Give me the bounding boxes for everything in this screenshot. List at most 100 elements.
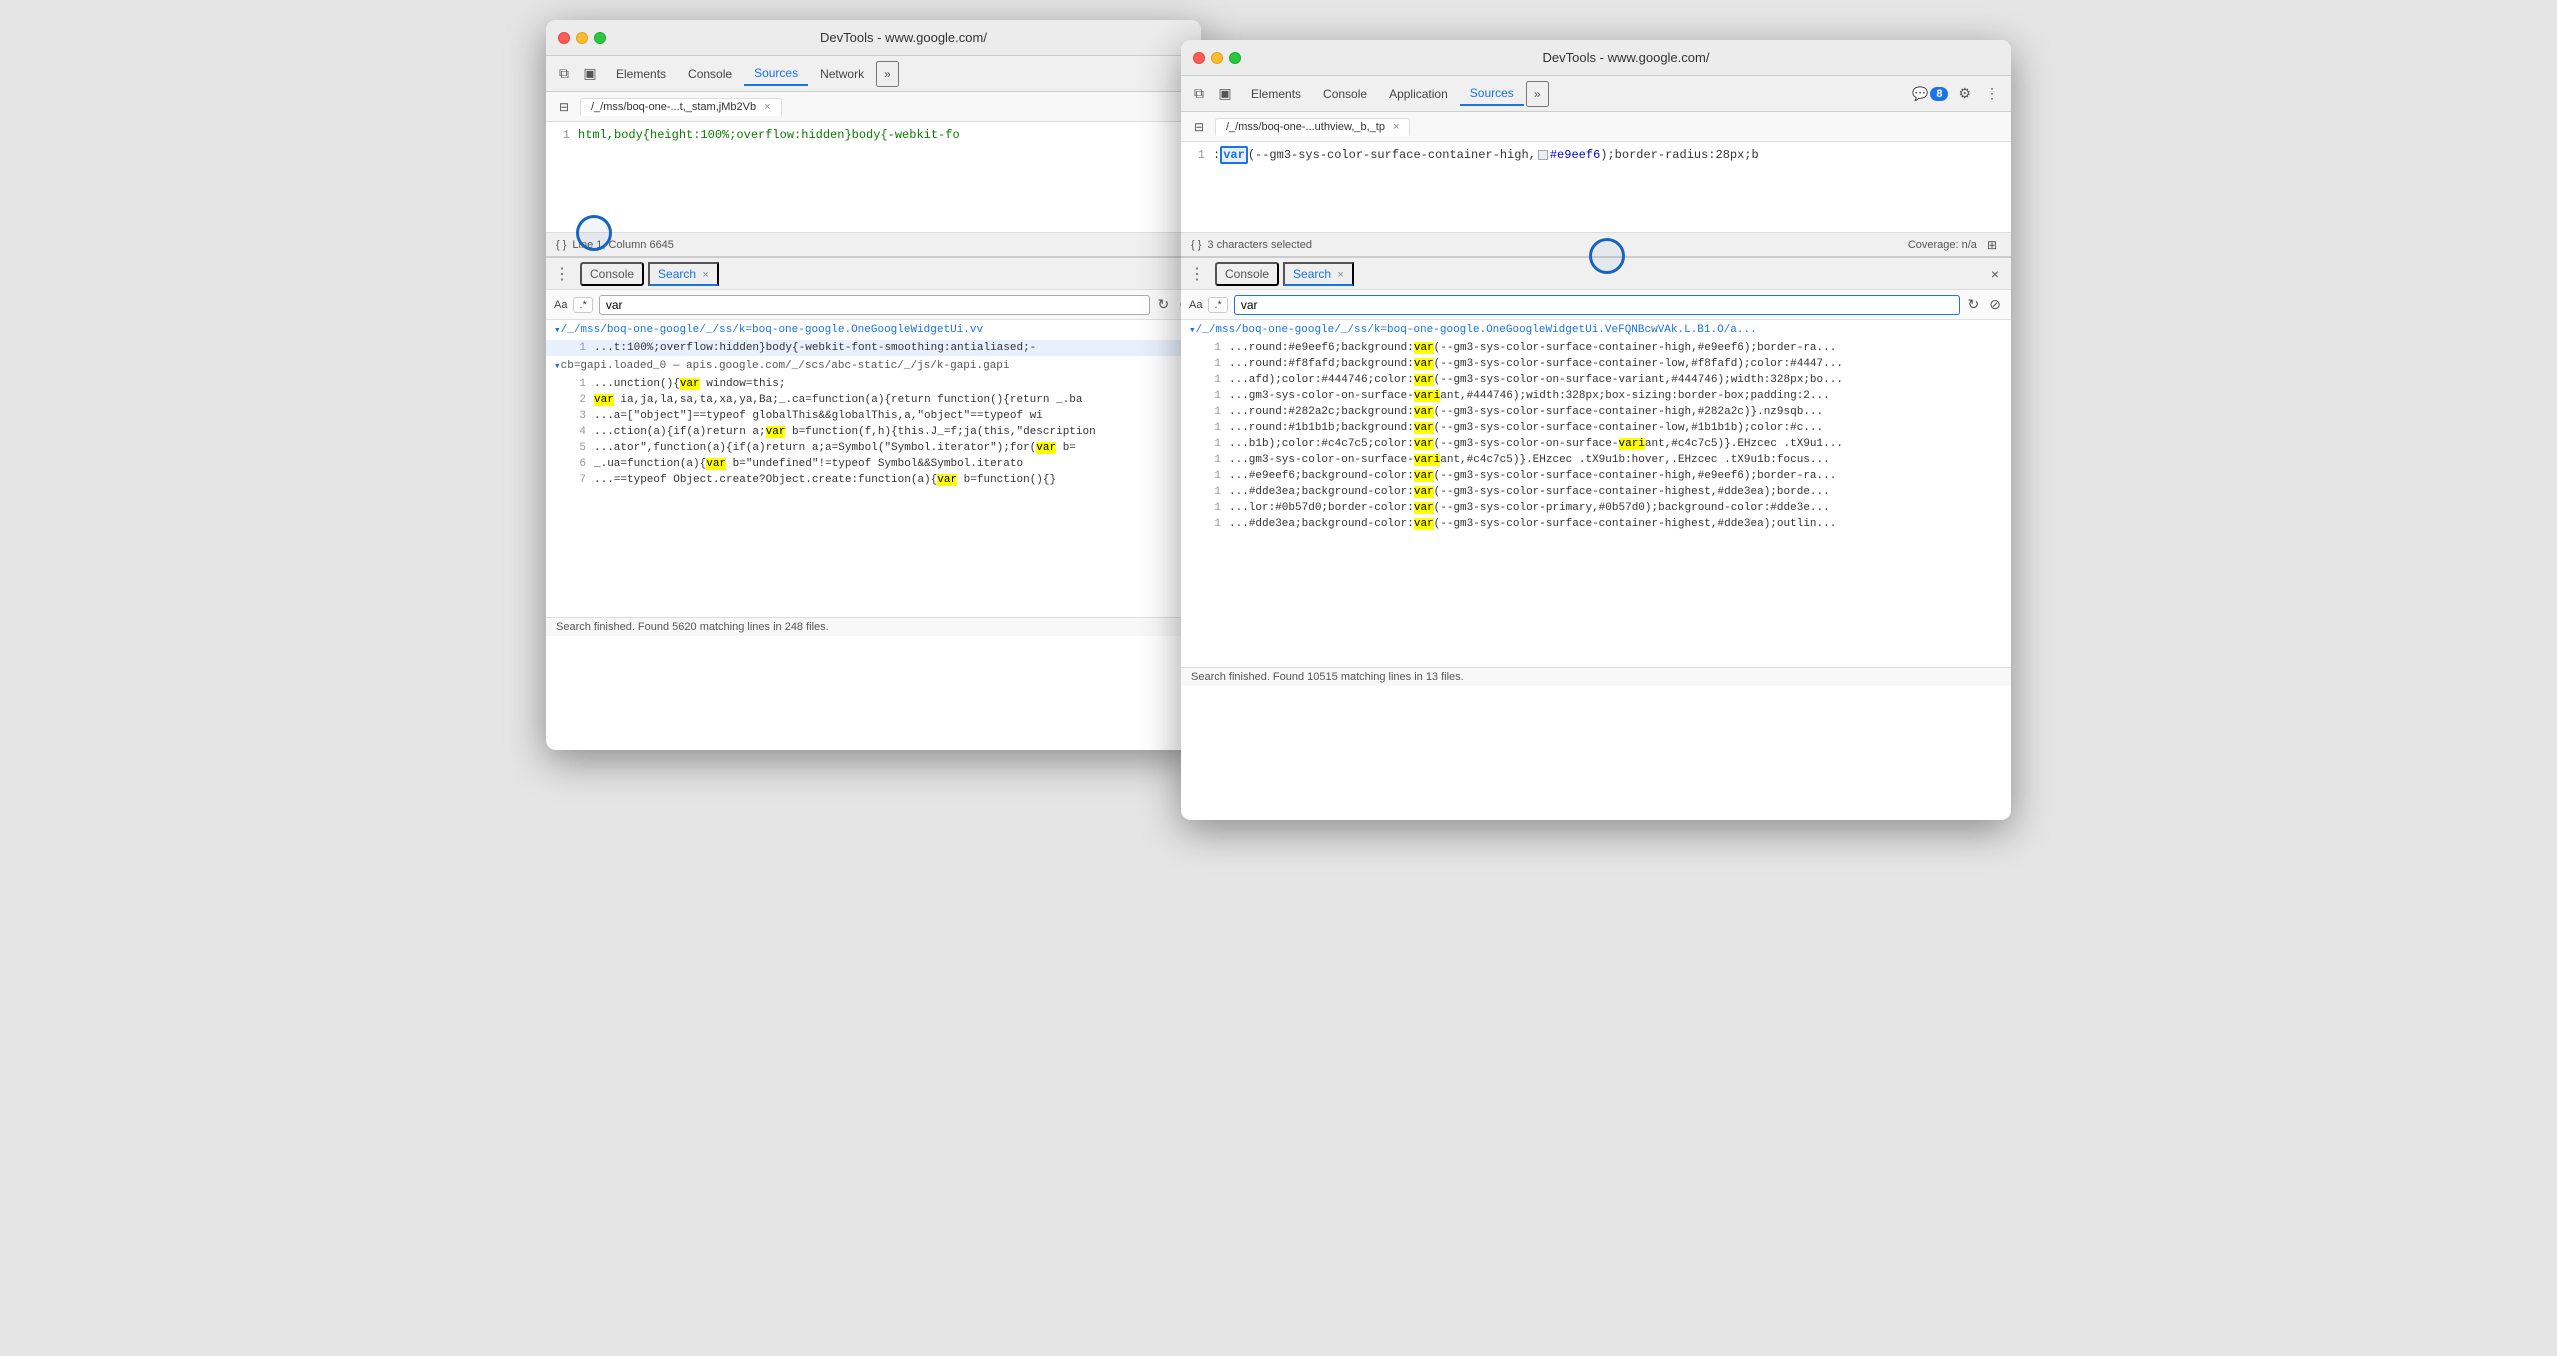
left-search-bar: Aa .* ↻ ⊘ <box>546 290 1201 320</box>
right-panel-close-btn[interactable]: × <box>1987 264 2003 284</box>
right-result-row-8[interactable]: 1 ...gm3-sys-color-on-surface-variant,#c… <box>1181 452 2011 468</box>
panel-icon: { } <box>556 239 566 251</box>
right-clear-search-btn[interactable]: ⊘ <box>1987 294 2003 315</box>
case-sensitive-label[interactable]: Aa <box>554 299 567 311</box>
result-file-1[interactable]: ▾ /_/mss/boq-one-google/_/ss/k=boq-one-g… <box>546 320 1201 340</box>
tab-console[interactable]: Console <box>678 63 742 85</box>
sidebar-toggle-icon[interactable]: ⊟ <box>554 97 574 117</box>
right-result-row-7[interactable]: 1 ...b1b);color:#c4c7c5;color:var(--gm3-… <box>1181 436 2011 452</box>
right-result-row-1[interactable]: 1 ...round:#e9eef6;background:var(--gm3-… <box>1181 340 2011 356</box>
filetab-close[interactable]: × <box>764 101 770 113</box>
right-result-row-10[interactable]: 1 ...#dde3ea;background-color:var(--gm3-… <box>1181 484 2011 500</box>
right-tab-more[interactable]: » <box>1526 81 1549 107</box>
left-search-status: Search finished. Found 5620 matching lin… <box>546 617 1201 636</box>
file1-arrow: ▾ <box>554 323 561 337</box>
right-panel-tab-console[interactable]: Console <box>1215 262 1279 286</box>
right-tab-elements[interactable]: Elements <box>1241 83 1311 105</box>
right-code-area: 1 :var(--gm3-sys-color-surface-container… <box>1181 142 2011 232</box>
right-filetab-close[interactable]: × <box>1393 121 1399 133</box>
tab-sources[interactable]: Sources <box>744 62 808 86</box>
panel-tab-close[interactable]: × <box>702 269 708 281</box>
right-result-row-5[interactable]: 1 ...round:#282a2c;background:var(--gm3-… <box>1181 404 2011 420</box>
right-tab-application[interactable]: Application <box>1379 83 1458 105</box>
right-search-input[interactable] <box>1234 295 1960 315</box>
color-swatch <box>1538 150 1548 160</box>
more-vert-btn[interactable]: ⋮ <box>1981 83 2003 104</box>
right-device-icon[interactable]: ▣ <box>1215 84 1235 104</box>
right-panel-tabbar: ⋮ Console Search × × <box>1181 258 2011 290</box>
device-icon[interactable]: ▣ <box>580 64 600 84</box>
result-row-5[interactable]: 5 ...ator",function(a){if(a)return a;a=S… <box>546 440 1201 456</box>
refresh-search-btn[interactable]: ↻ <box>1156 294 1172 315</box>
right-refresh-search-btn[interactable]: ↻ <box>1966 294 1982 315</box>
line-number: 1 <box>554 126 570 144</box>
fullscreen-button[interactable] <box>594 32 606 44</box>
right-result-row-11[interactable]: 1 ...lor:#0b57d0;border-color:var(--gm3-… <box>1181 500 2011 516</box>
right-result-row-2[interactable]: 1 ...round:#f8fafd;background:var(--gm3-… <box>1181 356 2011 372</box>
right-result-row-9[interactable]: 1 ...#e9eef6;background-color:var(--gm3-… <box>1181 468 2011 484</box>
tab-network[interactable]: Network <box>810 63 874 85</box>
coverage-panel-btn[interactable]: ⊞ <box>1983 236 2001 254</box>
right-file1-arrow: ▾ <box>1189 323 1196 337</box>
right-filetab[interactable]: /_/mss/boq-one-...uthview,_b,_tp × <box>1215 118 1410 136</box>
right-search-status-text: Search finished. Found 10515 matching li… <box>1191 671 1464 683</box>
result-row-6[interactable]: 6 _.ua=function(a){var b="undefined"!=ty… <box>546 456 1201 472</box>
right-titlebar: DevTools - www.google.com/ <box>1181 40 2011 76</box>
left-filetab[interactable]: /_/mss/boq-one-...t,_stam,jMb2Vb × <box>580 98 782 116</box>
right-result-file-1[interactable]: ▾ /_/mss/boq-one-google/_/ss/k=boq-one-g… <box>1181 320 2011 340</box>
close-button[interactable] <box>558 32 570 44</box>
right-file1-path: /_/mss/boq-one-google/_/ss/k=boq-one-goo… <box>1196 324 1757 336</box>
right-result-row-3[interactable]: 1 ...afd);color:#444746;color:var(--gm3-… <box>1181 372 2011 388</box>
left-search-input[interactable] <box>599 295 1150 315</box>
right-result-row-12[interactable]: 1 ...#dde3ea;background-color:var(--gm3-… <box>1181 516 2011 532</box>
right-result-row-6[interactable]: 1 ...round:#1b1b1b;background:var(--gm3-… <box>1181 420 2011 436</box>
result-row-4[interactable]: 4 ...ction(a){if(a)return a;var b=functi… <box>546 424 1201 440</box>
regex-btn[interactable]: .* <box>573 297 592 313</box>
minimize-button[interactable] <box>576 32 588 44</box>
right-tab-console[interactable]: Console <box>1313 83 1377 105</box>
tab-elements[interactable]: Elements <box>606 63 676 85</box>
status-text: Line 1, Column 6645 <box>572 239 674 251</box>
right-regex-btn[interactable]: .* <box>1208 297 1227 313</box>
panel-menu-icon[interactable]: ⋮ <box>554 264 570 284</box>
right-close-button[interactable] <box>1193 52 1205 64</box>
settings-btn[interactable]: ⚙ <box>1954 83 1975 104</box>
right-case-sensitive-label[interactable]: Aa <box>1189 299 1202 311</box>
right-status-bar: { } 3 characters selected Coverage: n/a … <box>1181 232 2011 256</box>
right-bottom-panel: ⋮ Console Search × × Aa .* ↻ ⊘ ▾ /_/mss/… <box>1181 256 2011 686</box>
right-fullscreen-button[interactable] <box>1229 52 1241 64</box>
right-sidebar-toggle-icon[interactable]: ⊟ <box>1189 117 1209 137</box>
result-row-3[interactable]: 3 ...a=["object"]==typeof globalThis&&gl… <box>546 408 1201 424</box>
right-line-number: 1 <box>1189 146 1205 164</box>
search-status-text: Search finished. Found 5620 matching lin… <box>556 621 829 633</box>
panel-tab-console[interactable]: Console <box>580 262 644 286</box>
right-tab-sources[interactable]: Sources <box>1460 82 1524 106</box>
result-row-file1-1[interactable]: 1 ...t:100%;overflow:hidden}body{-webkit… <box>546 340 1201 356</box>
tab-more[interactable]: » <box>876 61 899 87</box>
right-panel-menu-icon[interactable]: ⋮ <box>1189 264 1205 284</box>
left-search-results[interactable]: ▾ /_/mss/boq-one-google/_/ss/k=boq-one-g… <box>546 320 1201 617</box>
left-bottom-panel: ⋮ Console Search × Aa .* ↻ ⊘ ▾ /_/mss/bo… <box>546 256 1201 636</box>
right-minimize-button[interactable] <box>1211 52 1223 64</box>
result-file-2[interactable]: ▾ cb=gapi.loaded_0 — apis.google.com/_/s… <box>546 356 1201 376</box>
badge-area: 💬 8 <box>1912 86 1948 102</box>
right-panel-tab-close[interactable]: × <box>1337 269 1343 281</box>
left-code-area: 1 html,body{height:100%;overflow:hidden}… <box>546 122 1201 232</box>
result-row-7[interactable]: 7 ...==typeof Object.create?Object.creat… <box>546 472 1201 488</box>
panel-tab-search[interactable]: Search × <box>648 262 719 286</box>
result-row-1[interactable]: 1 ...unction(){var window=this; <box>546 376 1201 392</box>
right-search-results[interactable]: ▾ /_/mss/boq-one-google/_/ss/k=boq-one-g… <box>1181 320 2011 667</box>
right-status-text: 3 characters selected <box>1207 239 1312 251</box>
right-search-bar: Aa .* ↻ ⊘ <box>1181 290 2011 320</box>
inspect-icon[interactable]: ⧉ <box>554 64 574 84</box>
right-code-content: 1 :var(--gm3-sys-color-surface-container… <box>1181 142 2011 232</box>
traffic-lights <box>558 32 606 44</box>
right-toolbar-right: 💬 8 ⚙ ⋮ <box>1912 83 2003 104</box>
right-result-row-4[interactable]: 1 ...gm3-sys-color-on-surface-variant,#4… <box>1181 388 2011 404</box>
left-titlebar: DevTools - www.google.com/ <box>546 20 1201 56</box>
file1-path: /_/mss/boq-one-google/_/ss/k=boq-one-goo… <box>561 324 983 336</box>
right-panel-tab-search[interactable]: Search × <box>1283 262 1354 286</box>
right-window-title: DevTools - www.google.com/ <box>1253 50 1999 65</box>
right-inspect-icon[interactable]: ⧉ <box>1189 84 1209 104</box>
result-row-2[interactable]: 2 var ia,ja,la,sa,ta,xa,ya,Ba;_.ca=funct… <box>546 392 1201 408</box>
